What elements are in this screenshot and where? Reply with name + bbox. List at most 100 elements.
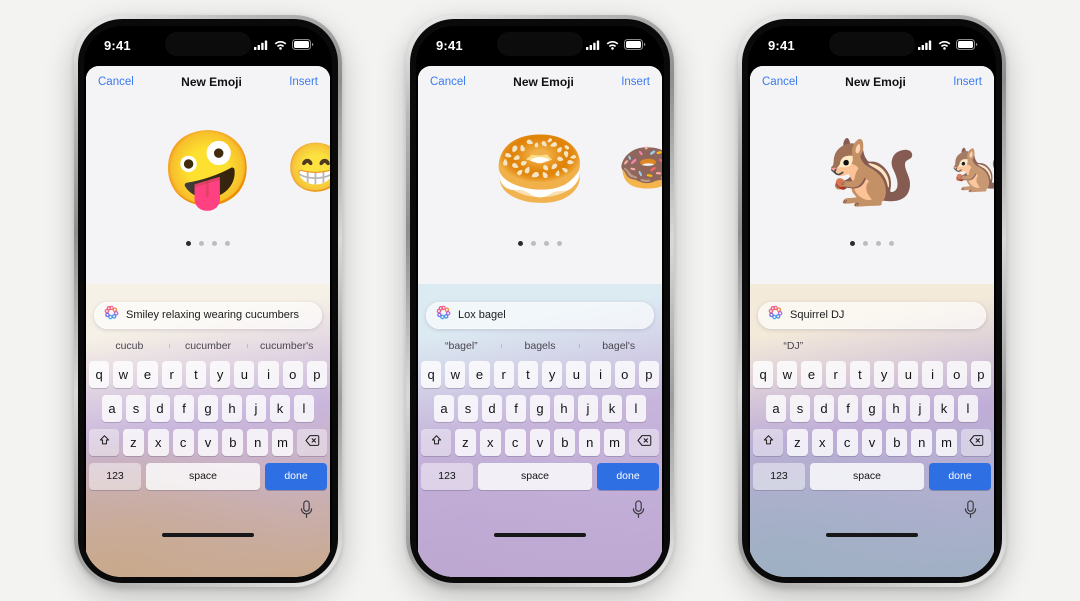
- suggestion-item-1[interactable]: “bagel”: [422, 340, 501, 352]
- cancel-button[interactable]: Cancel: [98, 76, 134, 88]
- key-v[interactable]: v: [529, 428, 551, 456]
- microphone-icon[interactable]: [963, 499, 978, 524]
- key-v[interactable]: v: [197, 428, 219, 456]
- insert-button[interactable]: Insert: [953, 76, 982, 88]
- key-z[interactable]: z: [123, 428, 144, 456]
- key-m[interactable]: m: [604, 428, 626, 456]
- page-dot-3[interactable]: [544, 240, 549, 246]
- key-p[interactable]: p: [306, 360, 328, 388]
- page-dot-4[interactable]: [889, 240, 894, 246]
- page-dot-1[interactable]: [850, 240, 855, 246]
- key-a[interactable]: a: [766, 394, 786, 422]
- key-s[interactable]: s: [126, 394, 146, 422]
- key-g[interactable]: g: [862, 394, 882, 422]
- key-b[interactable]: b: [886, 428, 908, 456]
- prompt-input-field[interactable]: Squirrel DJ: [758, 301, 986, 329]
- space-key[interactable]: space: [478, 462, 592, 490]
- key-s[interactable]: s: [790, 394, 810, 422]
- shift-key[interactable]: [421, 428, 451, 456]
- generated-emoji-primary[interactable]: 🥯: [494, 131, 586, 206]
- key-a[interactable]: a: [102, 394, 122, 422]
- key-r[interactable]: r: [161, 360, 182, 388]
- generated-emoji-primary[interactable]: 🤪: [162, 131, 254, 206]
- numbers-key[interactable]: 123: [421, 462, 473, 490]
- key-d[interactable]: d: [150, 394, 170, 422]
- key-w[interactable]: w: [777, 360, 798, 388]
- page-indicator-dots[interactable]: [186, 240, 230, 246]
- backspace-key[interactable]: [297, 428, 328, 456]
- key-t[interactable]: t: [517, 360, 538, 388]
- key-l[interactable]: l: [294, 394, 314, 422]
- space-key[interactable]: space: [146, 462, 260, 490]
- key-u[interactable]: u: [898, 360, 919, 388]
- prompt-input-field[interactable]: Lox bagel: [426, 301, 654, 329]
- key-i[interactable]: i: [258, 360, 279, 388]
- key-w[interactable]: w: [113, 360, 134, 388]
- key-q[interactable]: q: [420, 360, 442, 388]
- key-d[interactable]: d: [482, 394, 502, 422]
- page-dot-2[interactable]: [531, 240, 536, 246]
- key-e[interactable]: e: [801, 360, 822, 388]
- key-e[interactable]: e: [137, 360, 158, 388]
- key-f[interactable]: f: [174, 394, 194, 422]
- page-indicator-dots[interactable]: [518, 240, 562, 246]
- key-n[interactable]: n: [247, 428, 269, 456]
- key-l[interactable]: l: [626, 394, 646, 422]
- key-r[interactable]: r: [825, 360, 846, 388]
- key-b[interactable]: b: [222, 428, 244, 456]
- cancel-button[interactable]: Cancel: [762, 76, 798, 88]
- suggestion-item-3[interactable]: bagel's: [579, 340, 658, 352]
- insert-button[interactable]: Insert: [289, 76, 318, 88]
- done-key[interactable]: done: [597, 462, 659, 490]
- insert-button[interactable]: Insert: [621, 76, 650, 88]
- shift-key[interactable]: [753, 428, 783, 456]
- done-key[interactable]: done: [929, 462, 991, 490]
- key-w[interactable]: w: [445, 360, 466, 388]
- cancel-button[interactable]: Cancel: [430, 76, 466, 88]
- key-e[interactable]: e: [469, 360, 490, 388]
- page-indicator-dots[interactable]: [850, 240, 894, 246]
- key-z[interactable]: z: [787, 428, 808, 456]
- shift-key[interactable]: [89, 428, 119, 456]
- suggestion-item-1[interactable]: “DJ”: [754, 340, 833, 352]
- key-k[interactable]: k: [602, 394, 622, 422]
- key-k[interactable]: k: [934, 394, 954, 422]
- key-h[interactable]: h: [554, 394, 574, 422]
- key-q[interactable]: q: [88, 360, 110, 388]
- key-c[interactable]: c: [836, 428, 858, 456]
- key-q[interactable]: q: [752, 360, 774, 388]
- suggestion-item-2[interactable]: cucumber: [168, 340, 248, 352]
- key-z[interactable]: z: [455, 428, 476, 456]
- key-b[interactable]: b: [554, 428, 576, 456]
- page-dot-3[interactable]: [876, 240, 881, 246]
- key-a[interactable]: a: [434, 394, 454, 422]
- key-n[interactable]: n: [911, 428, 933, 456]
- key-y[interactable]: y: [542, 360, 563, 388]
- page-dot-2[interactable]: [199, 240, 204, 246]
- key-u[interactable]: u: [234, 360, 255, 388]
- suggestion-item-3[interactable]: cucumber's: [247, 340, 326, 352]
- key-o[interactable]: o: [614, 360, 635, 388]
- page-dot-4[interactable]: [225, 240, 230, 246]
- key-n[interactable]: n: [579, 428, 601, 456]
- page-dot-2[interactable]: [863, 240, 868, 246]
- key-y[interactable]: y: [210, 360, 231, 388]
- key-c[interactable]: c: [504, 428, 526, 456]
- numbers-key[interactable]: 123: [89, 462, 141, 490]
- key-l[interactable]: l: [958, 394, 978, 422]
- page-dot-1[interactable]: [186, 240, 191, 246]
- key-p[interactable]: p: [638, 360, 660, 388]
- generated-emoji-variant[interactable]: 🐿️: [950, 144, 994, 193]
- key-f[interactable]: f: [838, 394, 858, 422]
- key-f[interactable]: f: [506, 394, 526, 422]
- generated-emoji-variant[interactable]: 🍩: [618, 144, 662, 193]
- emoji-carousel[interactable]: 🤪 😁: [86, 99, 330, 239]
- backspace-key[interactable]: [961, 428, 992, 456]
- key-x[interactable]: x: [479, 428, 501, 456]
- microphone-icon[interactable]: [631, 499, 646, 524]
- key-x[interactable]: x: [811, 428, 833, 456]
- generated-emoji-primary[interactable]: 🐿️: [826, 131, 918, 206]
- prompt-input-field[interactable]: Smiley relaxing wearing cucumbers: [94, 301, 322, 329]
- page-dot-4[interactable]: [557, 240, 562, 246]
- key-c[interactable]: c: [172, 428, 194, 456]
